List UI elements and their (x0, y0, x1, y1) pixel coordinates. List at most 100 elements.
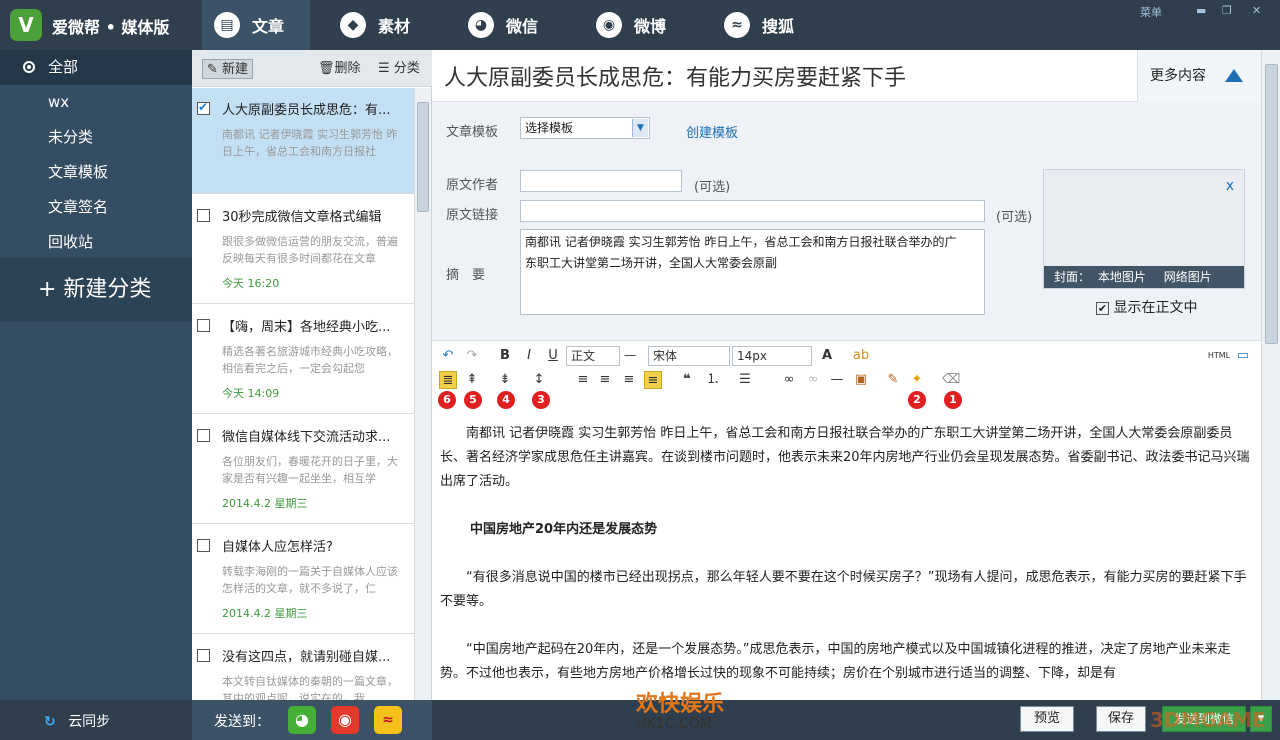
nav-tab-wechat[interactable]: ◕ 微信 (468, 0, 578, 50)
new-category-button[interactable]: + 新建分类 (0, 258, 192, 322)
category-label: 分类 (393, 61, 420, 76)
template-select[interactable]: 选择模板 ▼ (520, 117, 650, 139)
maximize-button[interactable]: ❐ (1222, 4, 1232, 17)
nav-tab-label: 微博 (634, 17, 667, 36)
article-date: 2014.4.2 星期三 (222, 497, 308, 510)
auto-format-icon[interactable]: ✦ (908, 371, 926, 389)
list-item[interactable]: 没有这四点，就请别碰自媒... 本文转自钛媒体的秦朝的一篇文章，其中的观点呢，说… (192, 635, 414, 700)
link-icon[interactable]: ∞ (780, 371, 798, 389)
step-badge-1: 1 (944, 391, 962, 409)
editor-scrollbar[interactable] (1261, 50, 1280, 700)
align-justify-icon[interactable]: ≡ (644, 371, 662, 389)
scrollbar-thumb[interactable] (417, 102, 429, 212)
list-item[interactable]: 微信自媒体线下交流活动求... 各位朋友们，春暖花开的日子里，大家是否有兴趣一起… (192, 415, 414, 524)
list-item[interactable]: 【嗨，周末】各地经典小吃... 精选各著名旅游城市经典小吃攻略，相信看完之后，一… (192, 305, 414, 414)
article-checkbox[interactable] (197, 539, 210, 552)
align-center-icon[interactable]: ≡ (596, 371, 614, 389)
nav-tab-sohu[interactable]: ≈ 搜狐 (724, 0, 834, 50)
paragraph-select[interactable]: 正文 (566, 346, 620, 366)
send-to-bar: 发送到： ◕ ◉ ≈ (192, 700, 432, 740)
sidebar-item-uncategorized[interactable]: 未分类 (0, 120, 192, 155)
list-item[interactable]: 自媒体人应怎样活? 转载李海刚的一篇关于自媒体人应该怎样活的文章，就不多说了，仁… (192, 525, 414, 634)
summary-field[interactable]: 南都讯 记者伊晓霞 实习生郭芳怡 昨日上午，省总工会和南方日报社联合举办的广东职… (520, 229, 985, 315)
close-button[interactable]: ✕ (1252, 4, 1261, 17)
list-icon: ☰ (378, 61, 390, 76)
delete-button[interactable]: 🗑删除 (318, 59, 361, 79)
image-icon[interactable]: ▣ (852, 371, 870, 389)
unlink-icon[interactable]: ∞ (804, 371, 822, 389)
author-optional-hint: (可选) (694, 180, 731, 195)
redo-icon[interactable]: ↷ (463, 347, 481, 365)
cloud-sync-button[interactable]: ↻ 云同步 (44, 711, 110, 731)
list-item[interactable]: 人大原副委员长成思危：有... 南都讯 记者伊晓霞 实习生郭芳怡 昨日上午，省总… (192, 88, 414, 194)
font-family-select[interactable]: 宋体 (648, 346, 730, 366)
wechat-icon[interactable]: ◕ (288, 706, 316, 734)
minimize-button[interactable]: ▬ (1196, 4, 1206, 17)
author-field[interactable] (520, 170, 682, 192)
article-body-editor[interactable]: 南都讯 记者伊晓霞 实习生郭芳怡 昨日上午，省总工会和南方日报社联合举办的广东职… (432, 410, 1261, 700)
article-checkbox[interactable] (197, 429, 210, 442)
fullscreen-icon[interactable]: ▭ (1234, 347, 1252, 365)
scrollbar-thumb[interactable] (1265, 64, 1278, 344)
align-left-icon[interactable]: ≡ (574, 371, 592, 389)
weibo-icon[interactable]: ◉ (331, 706, 359, 734)
bold-icon[interactable]: B (496, 347, 514, 365)
article-checkbox[interactable] (197, 100, 210, 115)
list-item[interactable]: 30秒完成微信文章格式编辑 跟很多做微信运营的朋友交流，普遍反映每天有很多时间都… (192, 195, 414, 304)
unordered-list-icon[interactable]: ☰ (736, 371, 754, 389)
article-title: 人大原副委员长成思危：有... (222, 103, 391, 118)
author-label: 原文作者 (446, 178, 499, 193)
eraser-icon[interactable]: ⌫ (942, 371, 960, 389)
horizontal-rule-icon[interactable]: — (828, 371, 846, 389)
sidebar-item-templates[interactable]: 文章模板 (0, 155, 192, 190)
preview-button[interactable]: 预览 (1020, 706, 1074, 732)
sidebar-item-all[interactable]: 全部 (0, 50, 192, 85)
sohu-icon: ≈ (724, 12, 750, 38)
align-right-icon[interactable]: ≡ (620, 371, 638, 389)
nav-tab-article[interactable]: ▤ 文章 (202, 0, 310, 50)
undo-icon[interactable]: ↶ (439, 347, 457, 365)
ordered-list-icon[interactable]: ⒈ (704, 371, 722, 389)
sohu-icon[interactable]: ≈ (374, 706, 402, 734)
category-button[interactable]: ☰ 分类 (378, 59, 420, 79)
italic-icon[interactable]: I (520, 347, 538, 365)
link-field[interactable] (520, 200, 985, 222)
line-spacing-top-icon[interactable]: ⇞ (463, 371, 481, 389)
blockquote-icon[interactable]: ❝ (678, 371, 696, 389)
close-icon[interactable]: x (1226, 178, 1234, 194)
checkbox-checked-icon[interactable]: ✔ (1096, 301, 1109, 315)
editor-pane: 人大原副委员长成思危：有能力买房要赶紧下手 更多内容 文章模板 选择模板 ▼ 创… (432, 50, 1261, 700)
show-in-body-option[interactable]: ✔ 显示在正文中 (1096, 297, 1197, 317)
sidebar-item-wx[interactable]: wx (0, 85, 192, 120)
chevron-down-icon: ▼ (632, 119, 648, 137)
sidebar-item-trash[interactable]: 回收站 (0, 225, 192, 260)
article-summary: 南都讯 记者伊晓霞 实习生郭芳怡 昨日上午，省总工会和南方日报社 (222, 128, 398, 158)
local-image-button[interactable]: 本地图片 (1098, 270, 1146, 284)
format-brush-icon[interactable]: ✎ (884, 371, 902, 389)
indent-icon[interactable]: ≣ (439, 371, 457, 389)
line-height-icon[interactable]: ↕ (530, 371, 548, 389)
nav-tab-material[interactable]: ◆ 素材 (340, 0, 450, 50)
html-source-button[interactable]: HTML (1204, 347, 1234, 365)
article-checkbox[interactable] (197, 209, 210, 222)
body-paragraph: “中国房地产起码在20年内，还是一个发展态势。”成思危表示，中国的房地产模式以及… (440, 642, 1231, 681)
article-checkbox[interactable] (197, 649, 210, 662)
save-button[interactable]: 保存 (1096, 706, 1146, 732)
menu-button[interactable]: 菜单 (1140, 4, 1162, 20)
article-list-scrollbar[interactable] (414, 88, 431, 700)
font-color-icon[interactable]: A (818, 347, 836, 365)
article-checkbox[interactable] (197, 319, 210, 332)
nav-tab-weibo[interactable]: ◉ 微博 (596, 0, 706, 50)
highlight-icon[interactable]: ab (852, 347, 870, 365)
new-article-button[interactable]: ✎ 新建 (202, 59, 254, 79)
body-heading: 中国房地产20年内还是发展态势 (470, 522, 658, 537)
article-title-input[interactable]: 人大原副委员长成思危：有能力买房要赶紧下手 (444, 60, 906, 92)
line-spacing-bottom-icon[interactable]: ⇟ (496, 371, 514, 389)
font-size-select[interactable]: 14px (732, 346, 812, 366)
create-template-link[interactable]: 创建模板 (686, 122, 738, 141)
paragraph-select-extra[interactable]: — (620, 346, 646, 366)
sidebar-item-signatures[interactable]: 文章签名 (0, 190, 192, 225)
web-image-button[interactable]: 网络图片 (1164, 270, 1212, 284)
underline-icon[interactable]: U (544, 347, 562, 365)
more-content-button[interactable]: 更多内容 (1137, 50, 1261, 102)
